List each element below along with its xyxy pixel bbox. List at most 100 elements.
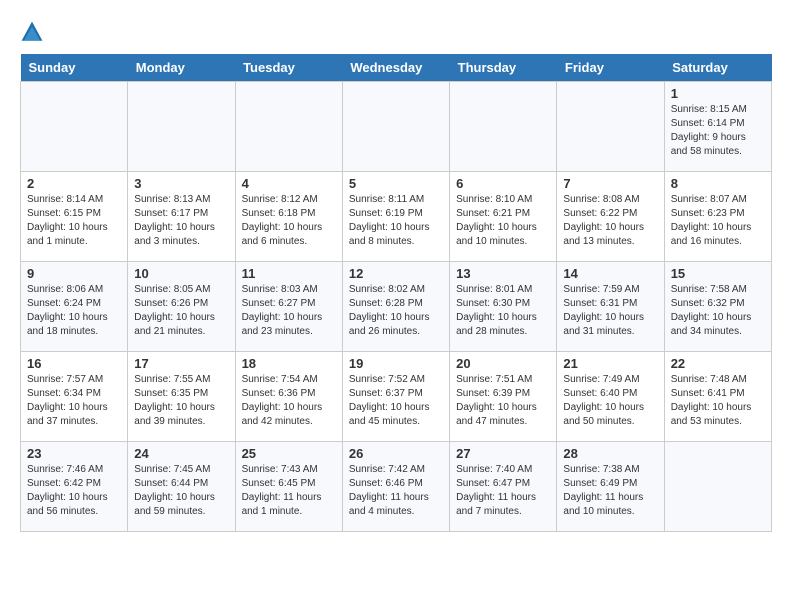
day-info: Sunrise: 7:42 AM Sunset: 6:46 PM Dayligh… <box>349 463 443 519</box>
day-number: 14 <box>563 266 657 281</box>
day-info: Sunrise: 8:07 AM Sunset: 6:23 PM Dayligh… <box>671 193 765 249</box>
day-info: Sunrise: 7:57 AM Sunset: 6:34 PM Dayligh… <box>27 373 121 429</box>
calendar-cell: 3 Sunrise: 8:13 AM Sunset: 6:17 PM Daylig… <box>128 172 235 262</box>
day-number: 27 <box>456 446 550 461</box>
day-number: 12 <box>349 266 443 281</box>
calendar-cell <box>342 82 449 172</box>
day-info: Sunrise: 7:40 AM Sunset: 6:47 PM Dayligh… <box>456 463 550 519</box>
day-info: Sunrise: 7:55 AM Sunset: 6:35 PM Dayligh… <box>134 373 228 429</box>
calendar-cell: 10 Sunrise: 8:05 AM Sunset: 6:26 PM Dayli… <box>128 262 235 352</box>
calendar-cell <box>450 82 557 172</box>
day-info: Sunrise: 7:46 AM Sunset: 6:42 PM Dayligh… <box>27 463 121 519</box>
day-info: Sunrise: 8:05 AM Sunset: 6:26 PM Dayligh… <box>134 283 228 339</box>
day-number: 19 <box>349 356 443 371</box>
day-info: Sunrise: 8:03 AM Sunset: 6:27 PM Dayligh… <box>242 283 336 339</box>
day-number: 28 <box>563 446 657 461</box>
calendar-cell <box>235 82 342 172</box>
logo-icon <box>20 20 44 44</box>
calendar-cell: 14 Sunrise: 7:59 AM Sunset: 6:31 PM Dayli… <box>557 262 664 352</box>
day-info: Sunrise: 8:10 AM Sunset: 6:21 PM Dayligh… <box>456 193 550 249</box>
day-number: 23 <box>27 446 121 461</box>
calendar-cell: 18 Sunrise: 7:54 AM Sunset: 6:36 PM Dayli… <box>235 352 342 442</box>
day-number: 16 <box>27 356 121 371</box>
day-number: 24 <box>134 446 228 461</box>
day-info: Sunrise: 7:59 AM Sunset: 6:31 PM Dayligh… <box>563 283 657 339</box>
calendar-cell: 6 Sunrise: 8:10 AM Sunset: 6:21 PM Daylig… <box>450 172 557 262</box>
calendar-cell: 23 Sunrise: 7:46 AM Sunset: 6:42 PM Dayli… <box>21 442 128 532</box>
calendar-cell: 8 Sunrise: 8:07 AM Sunset: 6:23 PM Daylig… <box>664 172 771 262</box>
calendar-cell: 7 Sunrise: 8:08 AM Sunset: 6:22 PM Daylig… <box>557 172 664 262</box>
day-info: Sunrise: 7:54 AM Sunset: 6:36 PM Dayligh… <box>242 373 336 429</box>
day-number: 22 <box>671 356 765 371</box>
calendar-cell: 20 Sunrise: 7:51 AM Sunset: 6:39 PM Dayli… <box>450 352 557 442</box>
calendar-cell: 27 Sunrise: 7:40 AM Sunset: 6:47 PM Dayli… <box>450 442 557 532</box>
logo <box>20 20 48 44</box>
day-info: Sunrise: 7:45 AM Sunset: 6:44 PM Dayligh… <box>134 463 228 519</box>
week-row-1: 1 Sunrise: 8:15 AM Sunset: 6:14 PM Daylig… <box>21 82 772 172</box>
day-info: Sunrise: 8:12 AM Sunset: 6:18 PM Dayligh… <box>242 193 336 249</box>
day-info: Sunrise: 7:38 AM Sunset: 6:49 PM Dayligh… <box>563 463 657 519</box>
calendar-cell: 9 Sunrise: 8:06 AM Sunset: 6:24 PM Daylig… <box>21 262 128 352</box>
day-number: 15 <box>671 266 765 281</box>
day-number: 8 <box>671 176 765 191</box>
day-number: 5 <box>349 176 443 191</box>
day-number: 3 <box>134 176 228 191</box>
day-info: Sunrise: 7:49 AM Sunset: 6:40 PM Dayligh… <box>563 373 657 429</box>
day-info: Sunrise: 7:48 AM Sunset: 6:41 PM Dayligh… <box>671 373 765 429</box>
week-row-4: 16 Sunrise: 7:57 AM Sunset: 6:34 PM Dayli… <box>21 352 772 442</box>
calendar-cell: 12 Sunrise: 8:02 AM Sunset: 6:28 PM Dayli… <box>342 262 449 352</box>
day-number: 21 <box>563 356 657 371</box>
day-number: 13 <box>456 266 550 281</box>
day-header-thursday: Thursday <box>450 54 557 82</box>
day-info: Sunrise: 8:15 AM Sunset: 6:14 PM Dayligh… <box>671 103 765 159</box>
day-info: Sunrise: 7:52 AM Sunset: 6:37 PM Dayligh… <box>349 373 443 429</box>
calendar-cell <box>557 82 664 172</box>
calendar-cell: 28 Sunrise: 7:38 AM Sunset: 6:49 PM Dayli… <box>557 442 664 532</box>
calendar-header-row: SundayMondayTuesdayWednesdayThursdayFrid… <box>21 54 772 82</box>
calendar-cell: 11 Sunrise: 8:03 AM Sunset: 6:27 PM Dayli… <box>235 262 342 352</box>
calendar-cell: 17 Sunrise: 7:55 AM Sunset: 6:35 PM Dayli… <box>128 352 235 442</box>
calendar-cell: 16 Sunrise: 7:57 AM Sunset: 6:34 PM Dayli… <box>21 352 128 442</box>
calendar-cell: 1 Sunrise: 8:15 AM Sunset: 6:14 PM Daylig… <box>664 82 771 172</box>
day-info: Sunrise: 7:58 AM Sunset: 6:32 PM Dayligh… <box>671 283 765 339</box>
calendar-cell: 21 Sunrise: 7:49 AM Sunset: 6:40 PM Dayli… <box>557 352 664 442</box>
day-header-monday: Monday <box>128 54 235 82</box>
week-row-2: 2 Sunrise: 8:14 AM Sunset: 6:15 PM Daylig… <box>21 172 772 262</box>
day-number: 10 <box>134 266 228 281</box>
page-header <box>20 20 772 44</box>
calendar-cell: 13 Sunrise: 8:01 AM Sunset: 6:30 PM Dayli… <box>450 262 557 352</box>
day-info: Sunrise: 8:14 AM Sunset: 6:15 PM Dayligh… <box>27 193 121 249</box>
calendar-cell <box>128 82 235 172</box>
day-info: Sunrise: 8:02 AM Sunset: 6:28 PM Dayligh… <box>349 283 443 339</box>
day-info: Sunrise: 8:06 AM Sunset: 6:24 PM Dayligh… <box>27 283 121 339</box>
day-header-friday: Friday <box>557 54 664 82</box>
day-info: Sunrise: 8:08 AM Sunset: 6:22 PM Dayligh… <box>563 193 657 249</box>
day-number: 11 <box>242 266 336 281</box>
day-info: Sunrise: 7:51 AM Sunset: 6:39 PM Dayligh… <box>456 373 550 429</box>
day-number: 9 <box>27 266 121 281</box>
calendar-cell <box>21 82 128 172</box>
day-number: 7 <box>563 176 657 191</box>
day-header-wednesday: Wednesday <box>342 54 449 82</box>
day-number: 17 <box>134 356 228 371</box>
day-info: Sunrise: 8:01 AM Sunset: 6:30 PM Dayligh… <box>456 283 550 339</box>
day-number: 1 <box>671 86 765 101</box>
day-header-saturday: Saturday <box>664 54 771 82</box>
calendar-cell: 15 Sunrise: 7:58 AM Sunset: 6:32 PM Dayli… <box>664 262 771 352</box>
calendar-cell <box>664 442 771 532</box>
calendar-table: SundayMondayTuesdayWednesdayThursdayFrid… <box>20 54 772 532</box>
day-header-sunday: Sunday <box>21 54 128 82</box>
week-row-3: 9 Sunrise: 8:06 AM Sunset: 6:24 PM Daylig… <box>21 262 772 352</box>
day-number: 2 <box>27 176 121 191</box>
calendar-cell: 26Sunrise: 7:42 AM Sunset: 6:46 PM Dayli… <box>342 442 449 532</box>
calendar-cell: 2 Sunrise: 8:14 AM Sunset: 6:15 PM Daylig… <box>21 172 128 262</box>
calendar-cell: 4 Sunrise: 8:12 AM Sunset: 6:18 PM Daylig… <box>235 172 342 262</box>
day-info: Sunrise: 8:13 AM Sunset: 6:17 PM Dayligh… <box>134 193 228 249</box>
day-number: 4 <box>242 176 336 191</box>
day-number: 18 <box>242 356 336 371</box>
calendar-cell: 5Sunrise: 8:11 AM Sunset: 6:19 PM Daylig… <box>342 172 449 262</box>
calendar-cell: 24 Sunrise: 7:45 AM Sunset: 6:44 PM Dayli… <box>128 442 235 532</box>
day-number: 6 <box>456 176 550 191</box>
day-number: 20 <box>456 356 550 371</box>
calendar-cell: 25Sunrise: 7:43 AM Sunset: 6:45 PM Dayli… <box>235 442 342 532</box>
